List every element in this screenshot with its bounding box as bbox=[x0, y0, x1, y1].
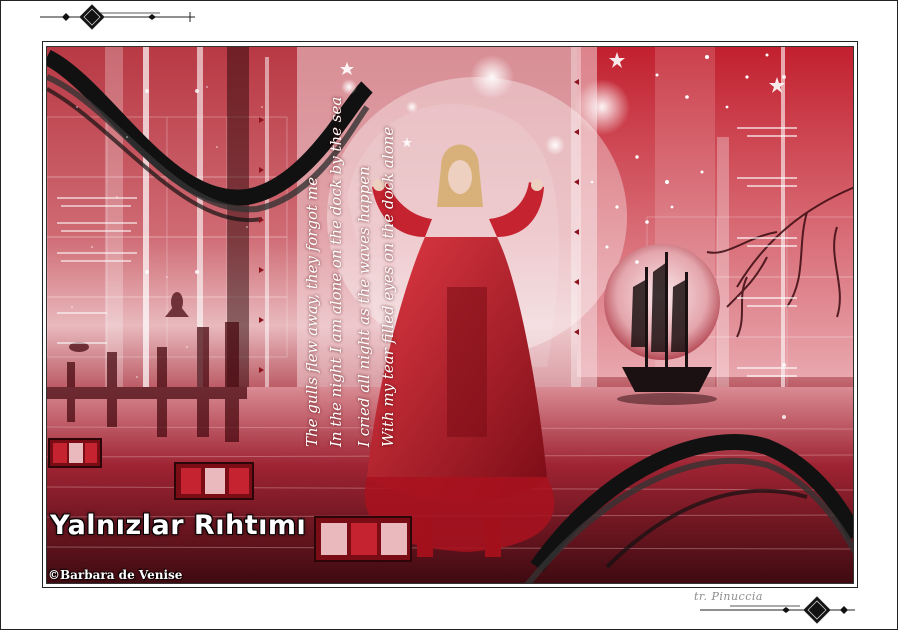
diamond-ornament-bottom bbox=[700, 596, 855, 624]
copyright-text: ©Barbara de Venise bbox=[48, 568, 183, 582]
artwork-scene: The gulls flew away, they forgot me In t… bbox=[46, 46, 854, 584]
poem-line-1: The gulls flew away, they forgot me bbox=[303, 177, 321, 447]
poem-line-4: With my tear filled eyes on the dock alo… bbox=[379, 126, 397, 447]
artwork-background bbox=[47, 47, 853, 583]
artwork-title: Yalnızlar Rıhtımı bbox=[50, 510, 307, 541]
thumbnail-strip-left bbox=[48, 438, 102, 468]
poem-text: The gulls flew away, they forgot me In t… bbox=[297, 67, 397, 447]
diamond-ornament-top bbox=[40, 4, 195, 30]
poem-line-3: I cried all night as the waves happen bbox=[355, 166, 373, 447]
poem-line-2: In the night I am alone on the dock by t… bbox=[327, 96, 345, 447]
